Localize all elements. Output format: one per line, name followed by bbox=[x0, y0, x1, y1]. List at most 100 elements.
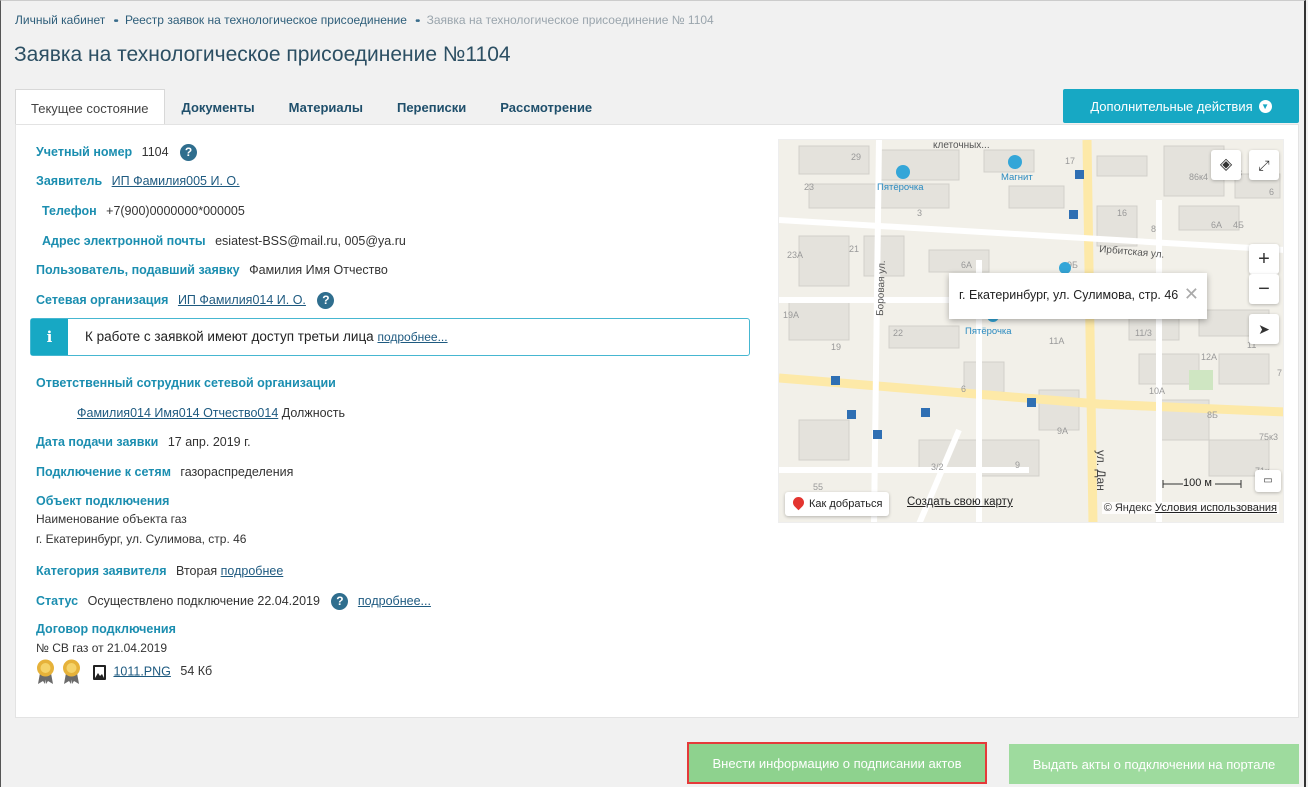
svg-text:8Б: 8Б bbox=[1207, 410, 1218, 420]
network-org-label: Сетевая организация bbox=[36, 292, 169, 307]
account-number-value: 1104 bbox=[141, 144, 169, 159]
close-icon[interactable]: ✕ bbox=[1184, 284, 1199, 304]
zoom-out-icon[interactable]: − bbox=[1249, 274, 1279, 304]
tab-materials[interactable]: Материалы bbox=[272, 89, 380, 125]
attachment-row: 1011.PNG 54 Кб bbox=[36, 659, 212, 685]
tab-documents[interactable]: Документы bbox=[165, 89, 272, 125]
address-balloon: г. Екатеринбург, ул. Сулимова, стр. 46 ✕ bbox=[949, 273, 1207, 319]
signature-medal-icon bbox=[36, 659, 55, 685]
status-more-link[interactable]: подробнее... bbox=[358, 594, 431, 608]
notice-text: К работе с заявкой имеют доступ третьи л… bbox=[85, 329, 374, 344]
status-label: Статус bbox=[36, 593, 79, 608]
breadcrumb-separator: •• bbox=[415, 16, 420, 27]
copyright-text: © Яндекс bbox=[1103, 502, 1152, 514]
help-icon[interactable]: ? bbox=[331, 593, 349, 610]
signature-medal-icon bbox=[62, 659, 81, 685]
details-panel: Учетный номер 1104 ? Заявитель ИП Фамили… bbox=[15, 124, 1299, 718]
ruler-icon[interactable]: ▭ bbox=[1255, 470, 1281, 492]
date-label: Дата подачи заявки bbox=[36, 435, 159, 449]
tab-review[interactable]: Рассмотрение bbox=[483, 89, 609, 125]
responsible-position: Должность bbox=[281, 406, 346, 420]
help-icon[interactable]: ? bbox=[317, 292, 335, 309]
image-file-icon bbox=[92, 664, 106, 680]
help-icon[interactable]: ? bbox=[180, 144, 198, 161]
svg-text:55: 55 bbox=[813, 482, 823, 492]
user-value: Фамилия Имя Отчество bbox=[249, 263, 388, 277]
route-button[interactable]: Как добраться bbox=[785, 492, 890, 516]
svg-text:11А: 11А bbox=[1049, 336, 1064, 346]
more-actions-button[interactable]: Дополнительные действия ▼ bbox=[1063, 89, 1299, 123]
contract-row: Договор подключения bbox=[36, 622, 182, 636]
phone-value: +7(900)0000000*000005 bbox=[106, 204, 245, 218]
geolocation-icon[interactable]: ➤ bbox=[1249, 314, 1279, 344]
map-background: 291723 3168 6А4Б86к4 94к3623А 216А9Б 19А… bbox=[779, 140, 1283, 522]
notice-more-link[interactable]: подробнее... bbox=[377, 330, 447, 344]
page-title: Заявка на технологическое присоединение … bbox=[14, 43, 511, 66]
responsible-person-row: Фамилия014 Имя014 Отчество014 Должность bbox=[77, 406, 345, 420]
svg-text:8: 8 bbox=[1151, 224, 1156, 234]
svg-text:Пятёрочка: Пятёрочка bbox=[877, 182, 924, 193]
svg-text:Магнит: Магнит bbox=[1001, 172, 1033, 183]
svg-text:9: 9 bbox=[1015, 460, 1020, 470]
svg-text:19А: 19А bbox=[783, 310, 799, 320]
map-copyright: © Яндекс Условия использования bbox=[1101, 502, 1279, 514]
svg-text:Боровая ул.: Боровая ул. bbox=[875, 260, 888, 316]
user-row: Пользователь, подавший заявку Фамилия Им… bbox=[36, 263, 388, 277]
tab-correspondence[interactable]: Переписки bbox=[380, 89, 483, 125]
svg-text:19: 19 bbox=[831, 342, 841, 352]
location-pin-icon bbox=[790, 494, 807, 511]
email-value: esiatest-BSS@mail.ru, 005@ya.ru bbox=[215, 234, 406, 248]
tab-current-state[interactable]: Текущее состояние bbox=[15, 89, 165, 125]
applicant-label: Заявитель bbox=[36, 174, 103, 188]
responsible-name-link[interactable]: Фамилия014 Имя014 Отчество014 bbox=[77, 406, 278, 420]
svg-text:3/2: 3/2 bbox=[931, 462, 944, 472]
attachment-link[interactable]: 1011.PNG bbox=[113, 664, 170, 678]
issue-acts-button[interactable]: Выдать акты о подключении на портале bbox=[1009, 744, 1299, 784]
svg-text:клеточных...: клеточных... bbox=[933, 140, 990, 151]
contract-label: Договор подключения bbox=[36, 622, 176, 636]
attachment-size: 54 Кб bbox=[180, 664, 213, 679]
breadcrumb: Личный кабинет •• Реестр заявок на техно… bbox=[15, 13, 714, 27]
more-actions-label: Дополнительные действия bbox=[1090, 98, 1253, 114]
svg-text:3: 3 bbox=[917, 208, 922, 218]
category-label: Категория заявителя bbox=[36, 564, 167, 578]
network-org-link[interactable]: ИП Фамилия014 И. О. bbox=[178, 293, 306, 307]
svg-text:75к3: 75к3 bbox=[1259, 432, 1278, 442]
info-icon: i bbox=[31, 319, 68, 355]
layers-icon[interactable]: ◈ bbox=[1211, 150, 1241, 180]
user-label: Пользователь, подавший заявку bbox=[36, 263, 240, 277]
map-scale-label: 100 м bbox=[1183, 477, 1212, 489]
breadcrumb-current: Заявка на технологическое присоединение … bbox=[426, 13, 714, 27]
svg-text:22: 22 bbox=[893, 328, 903, 338]
breadcrumb-registry[interactable]: Реестр заявок на технологическое присоед… bbox=[125, 13, 407, 27]
svg-text:23: 23 bbox=[804, 182, 814, 192]
svg-text:21: 21 bbox=[849, 244, 859, 254]
category-row: Категория заявителя Вторая подробнее bbox=[36, 564, 283, 578]
balloon-text: г. Екатеринбург, ул. Сулимова, стр. 46 bbox=[959, 288, 1179, 302]
svg-text:ул. Дан: ул. Дан bbox=[1094, 450, 1108, 491]
svg-text:9А: 9А bbox=[1057, 426, 1068, 436]
object-address: г. Екатеринбург, ул. Сулимова, стр. 46 bbox=[36, 532, 247, 546]
create-map-link[interactable]: Создать свою карту bbox=[907, 496, 1013, 508]
fullscreen-icon[interactable]: ⤢ bbox=[1249, 150, 1279, 180]
submit-acts-info-button[interactable]: Внести информацию о подписании актов bbox=[687, 742, 987, 784]
category-more-link[interactable]: подробнее bbox=[221, 564, 284, 578]
account-number-label: Учетный номер bbox=[36, 144, 133, 159]
applicant-link[interactable]: ИП Фамилия005 И. О. bbox=[112, 174, 240, 188]
category-value: Вторая bbox=[176, 564, 218, 578]
object-name: Наименование объекта газ bbox=[36, 512, 187, 526]
status-value: Осуществлено подключение 22.04.2019 bbox=[87, 593, 320, 608]
map[interactable]: 291723 3168 6А4Б86к4 94к3623А 216А9Б 19А… bbox=[778, 139, 1284, 523]
svg-text:6А: 6А bbox=[961, 260, 972, 270]
svg-text:10А: 10А bbox=[1149, 386, 1165, 396]
responsible-row: Ответственный сотрудник сетевой организа… bbox=[36, 376, 342, 390]
svg-text:11/3: 11/3 bbox=[1135, 328, 1152, 338]
route-label: Как добраться bbox=[809, 498, 883, 510]
svg-text:86к4: 86к4 bbox=[1189, 172, 1208, 182]
zoom-in-icon[interactable]: + bbox=[1249, 244, 1279, 274]
chevron-down-icon: ▼ bbox=[1258, 99, 1272, 113]
terms-link[interactable]: Условия использования bbox=[1155, 502, 1277, 514]
breadcrumb-home[interactable]: Личный кабинет bbox=[15, 13, 105, 27]
phone-row: Телефон +7(900)0000000*000005 bbox=[42, 204, 245, 218]
object-label: Объект подключения bbox=[36, 494, 170, 508]
